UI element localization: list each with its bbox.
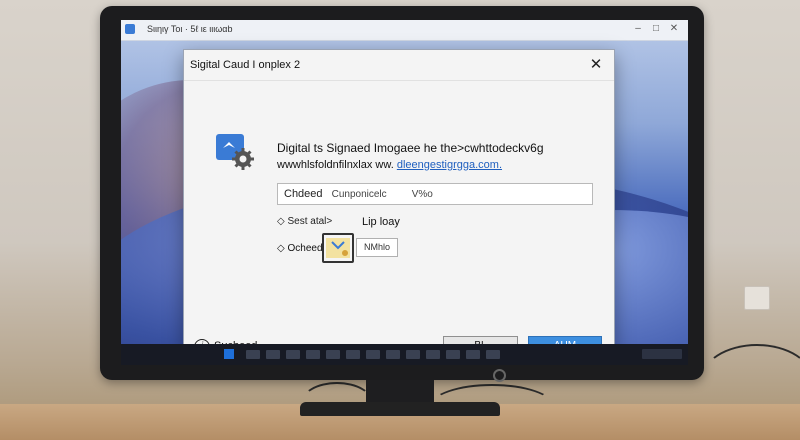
monitor: Sιιηιγ Τοι · 5ℓ ιε ιιιωαb – □ ✕ Sigital … xyxy=(100,6,704,382)
app-icon xyxy=(125,24,135,34)
path-suffix: Cunponicelc xyxy=(331,189,387,200)
path-ext: V%o xyxy=(411,189,433,200)
taskbar-item[interactable] xyxy=(246,350,260,359)
radio-arrow-icon: ◇ xyxy=(277,216,285,227)
certificate-graphic xyxy=(326,238,350,258)
radio-arrow-icon: ◇ xyxy=(277,243,285,254)
screen: Sιιηιγ Τοι · 5ℓ ιε ιιιωαb – □ ✕ Sigital … xyxy=(121,20,688,365)
tray-clock[interactable] xyxy=(642,349,682,359)
taskbar-item[interactable] xyxy=(386,350,400,359)
taskbar-item[interactable] xyxy=(466,350,480,359)
name-field[interactable]: NMhlo xyxy=(356,238,398,257)
start-icon[interactable] xyxy=(224,349,234,359)
certificate-icon[interactable] xyxy=(322,233,354,263)
wall-outlet xyxy=(744,286,770,310)
taskbar-item[interactable] xyxy=(266,350,280,359)
path-value: Chdeed xyxy=(284,188,323,200)
subline-text: wwwhlsfoldnfilnxlax ww. xyxy=(277,159,397,171)
subline-link[interactable]: dleengestigrgga.com. xyxy=(397,159,502,171)
taskbar-item[interactable] xyxy=(366,350,380,359)
taskbar-item[interactable] xyxy=(286,350,300,359)
taskbar xyxy=(121,344,688,365)
close-icon[interactable]: ✕ xyxy=(586,55,606,75)
taskbar-item[interactable] xyxy=(306,350,320,359)
option-checked-label: Ocheed xyxy=(287,243,323,254)
taskbar-item[interactable] xyxy=(426,350,440,359)
power-icon[interactable] xyxy=(493,369,506,382)
dialog-headline: Digital ts Signaed Imogaee he the>cwhtto… xyxy=(277,141,544,155)
maximize-icon[interactable]: □ xyxy=(648,22,664,36)
taskbar-item[interactable] xyxy=(486,350,500,359)
taskbar-item[interactable] xyxy=(326,350,340,359)
taskbar-item[interactable] xyxy=(446,350,460,359)
divider xyxy=(184,80,614,81)
taskbar-item[interactable] xyxy=(346,350,360,359)
window-title: Sιιηιγ Τοι · 5ℓ ιε ιιιωαb xyxy=(147,24,233,34)
option-select[interactable]: ◇ Sest atal> xyxy=(277,216,332,227)
dialog-title: Sigital Caud I onplex 2 xyxy=(190,59,301,71)
path-input[interactable]: Chdeed Cunponicelc V%o xyxy=(277,183,593,205)
monitor-base xyxy=(300,402,500,416)
option-checked[interactable]: ◇ Ocheed xyxy=(277,243,323,254)
window-close-icon[interactable]: ✕ xyxy=(666,22,682,36)
window-titlebar: Sιιηιγ Τοι · 5ℓ ιε ιιιωαb – □ ✕ xyxy=(121,20,688,41)
signature-dialog: Sigital Caud I onplex 2 ✕ Digital ts Sig… xyxy=(183,49,615,356)
signature-gear-icon xyxy=(216,134,254,170)
option-right-label: Lip loay xyxy=(362,216,400,228)
minimize-icon[interactable]: – xyxy=(630,22,646,36)
taskbar-item[interactable] xyxy=(406,350,420,359)
dialog-subline: wwwhlsfoldnfilnxlax ww. dleengestigrgga.… xyxy=(277,159,502,171)
option-select-label: Sest atal> xyxy=(287,216,333,227)
